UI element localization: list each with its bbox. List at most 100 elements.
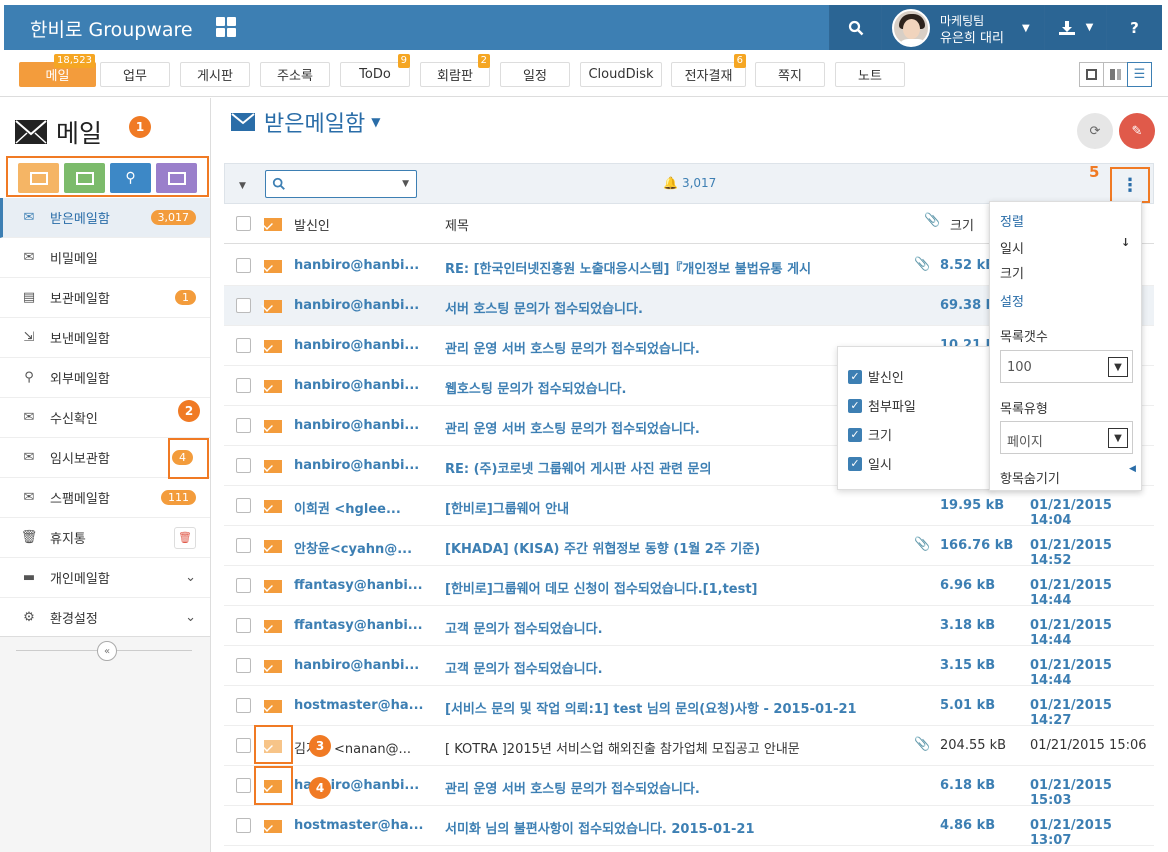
unread-mail-icon[interactable]	[264, 420, 282, 433]
sidebar-item-external[interactable]: ⚲ 외부메일함	[0, 358, 210, 398]
unread-mail-icon[interactable]	[264, 500, 282, 513]
row-checkbox[interactable]	[236, 298, 251, 313]
help-button[interactable]: ?	[1106, 5, 1162, 50]
refresh-button[interactable]: ⟳	[1077, 113, 1113, 149]
email-from[interactable]: hostmaster@ha...	[294, 698, 429, 713]
row-checkbox[interactable]	[236, 658, 251, 673]
email-subject[interactable]: RE: [한국인터넷진흥원 노출대응시스템]『개인정보 불법유통 게시	[445, 258, 875, 277]
email-subject[interactable]: [KHADA] (KISA) 주간 위협정보 동향 (1월 2주 기준)	[445, 538, 875, 557]
email-subject[interactable]: 서버 호스팅 문의가 접수되었습니다.	[445, 298, 875, 317]
tab-mail[interactable]: 메일 18,523	[19, 54, 96, 87]
email-from[interactable]: hanbiro@hanbi...	[294, 338, 429, 353]
row-checkbox[interactable]	[236, 258, 251, 273]
apps-grid-icon[interactable]	[216, 17, 236, 37]
email-from[interactable]: 안창윤<cyahn@...	[294, 538, 429, 557]
tab-memo[interactable]: 쪽지	[755, 62, 825, 87]
list-type-select[interactable]: 페이지 ▼	[1000, 421, 1133, 454]
row-checkbox[interactable]	[236, 378, 251, 393]
email-subject[interactable]: 고객 문의가 접수되었습니다.	[445, 618, 875, 637]
unread-mail-icon[interactable]	[264, 380, 282, 393]
unread-mail-icon[interactable]	[264, 260, 282, 273]
unread-mail-icon[interactable]	[264, 300, 282, 313]
email-subject[interactable]: 관리 운영 서버 호스팅 문의가 접수되었습니다.	[445, 778, 875, 797]
email-subject[interactable]: [한비로]그룹웨어 안내	[445, 498, 875, 517]
sort-by-date[interactable]: 일시	[1000, 238, 1024, 257]
tab-circular[interactable]: 회람판 2	[420, 54, 490, 87]
unread-mail-icon[interactable]	[264, 340, 282, 353]
table-row[interactable]: hostmaster@ha... 서미화 님의 불편사항이 접수되었습니다. 20…	[224, 806, 1154, 848]
email-subject[interactable]: 관리 운영 서버 호스팅 문의가 접수되었습니다.	[445, 418, 875, 437]
email-subject[interactable]: [서비스 문의 및 작업 의뢰:1] test 님의 문의(요청)사항 - 20…	[445, 698, 875, 717]
column-subject[interactable]: 제목	[445, 215, 469, 234]
sidebar-item-inbox[interactable]: ✉ 받은메일함 3,017	[0, 198, 210, 238]
email-subject[interactable]: RE: (주)코로넷 그룹웨어 게시판 사진 관련 문의	[445, 458, 875, 477]
hide-columns-item[interactable]: 항목숨기기	[1000, 468, 1060, 487]
collapse-sidebar-button[interactable]: «	[97, 641, 117, 661]
select-all-checkbox[interactable]	[236, 216, 251, 231]
row-checkbox[interactable]	[236, 738, 251, 753]
sidebar-item-trash[interactable]: 🗑 휴지통 🗑	[0, 518, 210, 558]
table-row[interactable]: hanbiro@hanbi... 관리 운영 서버 호스팅 문의가 접수되었습니다…	[224, 766, 1154, 808]
row-checkbox[interactable]	[236, 338, 251, 353]
view-single-button[interactable]	[1079, 62, 1104, 87]
row-checkbox[interactable]	[236, 418, 251, 433]
column-size[interactable]: 크기	[950, 215, 974, 234]
table-row[interactable]: ffantasy@hanbi... [한비로]그룹웨어 데모 신청이 접수되었습니…	[224, 566, 1154, 608]
sidebar-item-receipt[interactable]: ✉ 수신확인	[0, 398, 210, 438]
tab-calendar[interactable]: 일정	[500, 62, 570, 87]
column-from[interactable]: 발신인	[294, 215, 330, 234]
table-row[interactable]: ffantasy@hanbi... 고객 문의가 접수되었습니다. 3.18 kB 0…	[224, 606, 1154, 648]
sidebar-item-secret[interactable]: ✉ 비밀메일	[0, 238, 210, 278]
tab-clouddisk[interactable]: CloudDisk	[580, 62, 662, 87]
unread-mail-icon[interactable]	[264, 820, 282, 833]
user-menu[interactable]: 마케팅팀 유은희 대리 ▼	[881, 5, 1044, 50]
row-checkbox[interactable]	[236, 618, 251, 633]
sidebar-item-settings[interactable]: ⚙ 환경설정 ⌄	[0, 598, 210, 638]
column-toggle-size[interactable]: ✓ 크기	[848, 425, 892, 444]
search-input[interactable]: ▼	[265, 170, 417, 198]
sidebar-item-spam[interactable]: ✉ 스팸메일함 111	[0, 478, 210, 518]
row-checkbox[interactable]	[236, 578, 251, 593]
email-from[interactable]: hanbiro@hanbi...	[294, 418, 429, 433]
table-row[interactable]: 안창윤<cyahn@... [KHADA] (KISA) 주간 위협정보 동향 (…	[224, 526, 1154, 568]
unread-mail-icon[interactable]	[264, 660, 282, 673]
view-list-button[interactable]: ☰	[1127, 62, 1152, 87]
sort-direction-icon[interactable]: ↓	[1121, 236, 1130, 249]
unread-mail-icon[interactable]	[264, 620, 282, 633]
archive-button[interactable]	[64, 163, 105, 193]
more-options-button[interactable]: ⋮	[1110, 167, 1150, 203]
tab-board[interactable]: 게시판	[180, 62, 250, 87]
unread-mail-icon[interactable]	[264, 540, 282, 553]
tab-contacts[interactable]: 주소록	[260, 62, 330, 87]
email-from[interactable]: ffantasy@hanbi...	[294, 618, 429, 633]
email-from[interactable]: hanbiro@hanbi...	[294, 378, 429, 393]
empty-trash-icon[interactable]: 🗑	[174, 526, 196, 549]
email-subject[interactable]: 관리 운영 서버 호스팅 문의가 접수되었습니다.	[445, 338, 875, 357]
row-checkbox[interactable]	[236, 778, 251, 793]
email-subject[interactable]: 고객 문의가 접수되었습니다.	[445, 658, 875, 677]
tab-task[interactable]: 업무	[100, 62, 170, 87]
brand-title[interactable]: 한비로 Groupware	[30, 15, 193, 42]
email-from[interactable]: hanbiro@hanbi...	[294, 258, 429, 273]
row-checkbox[interactable]	[236, 818, 251, 833]
mail-settings-button[interactable]	[156, 163, 197, 193]
column-toggle-from[interactable]: ✓ 발신인	[848, 367, 904, 386]
unread-mail-icon[interactable]	[264, 580, 282, 593]
table-row[interactable]: 이희권 <hglee... [한비로]그룹웨어 안내 19.95 kB 01/21/2…	[224, 486, 1154, 528]
tab-approval[interactable]: 전자결재 6	[671, 54, 746, 87]
table-row[interactable]: hanbiro@hanbi... 고객 문의가 접수되었습니다. 3.15 kB 01…	[224, 646, 1154, 688]
unread-mail-icon[interactable]	[264, 700, 282, 713]
table-row[interactable]: 김지나 <nanan@...[ KOTRA ]2015년 서비스업 해외진출 참…	[224, 726, 1154, 766]
select-caret-icon[interactable]: ▼	[239, 181, 246, 191]
search-button[interactable]	[829, 5, 881, 50]
email-from[interactable]: hanbiro@hanbi...	[294, 458, 429, 473]
email-from[interactable]: 이희권 <hglee...	[294, 498, 429, 517]
tab-note[interactable]: 노트	[835, 62, 905, 87]
column-toggle-attach[interactable]: ✓ 첨부파일	[848, 396, 916, 415]
email-subject[interactable]: [한비로]그룹웨어 데모 신청이 접수되었습니다.[1,test]	[445, 578, 875, 597]
row-checkbox[interactable]	[236, 538, 251, 553]
email-subject[interactable]: 서미화 님의 불편사항이 접수되었습니다. 2015-01-21	[445, 818, 875, 837]
email-from[interactable]: hanbiro@hanbi...	[294, 298, 429, 313]
email-from[interactable]: ffantasy@hanbi...	[294, 578, 429, 593]
external-mail-button[interactable]: ⚲	[110, 163, 151, 193]
